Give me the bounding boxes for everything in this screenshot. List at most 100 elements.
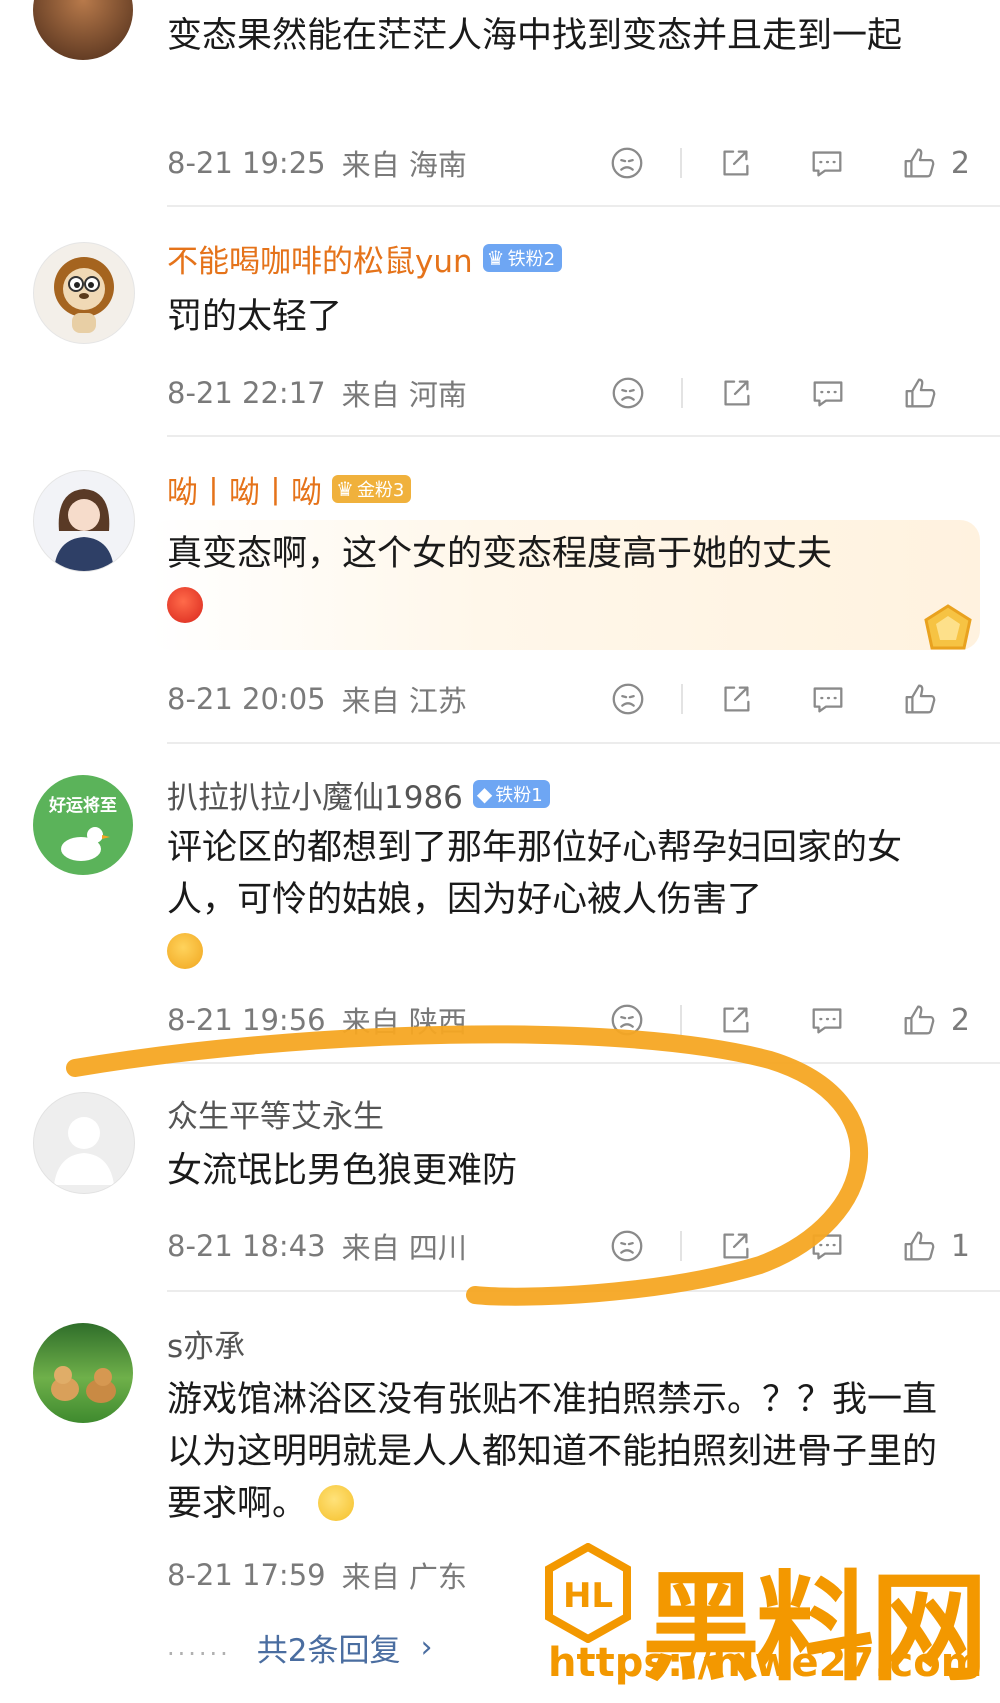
avatar[interactable] bbox=[33, 242, 135, 344]
replies-link[interactable]: 共2条回复 bbox=[257, 1625, 401, 1670]
dislike-icon[interactable] bbox=[608, 679, 648, 719]
comment-icon[interactable] bbox=[808, 373, 848, 413]
avatar[interactable]: 好运将至 bbox=[33, 775, 133, 875]
comment-location: 陕西 bbox=[408, 1005, 467, 1039]
dislike-icon[interactable] bbox=[607, 143, 647, 183]
comment-actions: 2 bbox=[607, 1000, 970, 1040]
comment-from: 来自 bbox=[341, 378, 400, 412]
crown-icon: ♛ bbox=[486, 246, 505, 270]
comment-time: 8-21 19:25 bbox=[167, 146, 326, 180]
comment-icon[interactable] bbox=[807, 1226, 847, 1266]
comment-from: 来自 bbox=[341, 684, 400, 718]
comment-text-body: 真变态啊，这个女的变态程度高于她的丈夫 bbox=[167, 534, 833, 574]
dislike-icon[interactable] bbox=[608, 373, 648, 413]
lion-avatar-icon bbox=[54, 257, 114, 333]
comment-time: 8-21 20:05 bbox=[167, 682, 326, 716]
avatar[interactable] bbox=[33, 470, 135, 572]
watermark-logo-icon: HL bbox=[545, 1543, 631, 1643]
replies-dots: ...... bbox=[167, 1633, 231, 1661]
watermark-url: https://hlwe27.com bbox=[548, 1640, 983, 1686]
avatar[interactable] bbox=[33, 1092, 135, 1194]
duck-icon bbox=[61, 827, 110, 861]
like-icon[interactable] bbox=[899, 1000, 939, 1040]
comment-author-row: s亦承 bbox=[167, 1321, 245, 1366]
comment-divider bbox=[167, 435, 1000, 437]
avatar[interactable] bbox=[33, 1323, 133, 1423]
comment-time: 8-21 22:17 bbox=[167, 376, 326, 410]
comment-from: 来自 bbox=[341, 1005, 400, 1039]
comment-divider bbox=[167, 1062, 1000, 1064]
comment-meta: 8-21 18:43 来自 四川 bbox=[167, 1226, 467, 1266]
share-icon[interactable] bbox=[715, 1226, 755, 1266]
comment-divider bbox=[167, 205, 1000, 207]
comment-author-row: 呦丨呦丨呦 ♛ 金粉3 bbox=[167, 467, 412, 512]
fan-badge-label: 铁粉2 bbox=[507, 249, 556, 270]
comment-location: 江苏 bbox=[408, 684, 467, 718]
comment-location: 广东 bbox=[408, 1560, 467, 1594]
share-icon[interactable] bbox=[715, 143, 755, 183]
action-divider bbox=[679, 148, 682, 178]
comment-author[interactable]: 众生平等艾永生 bbox=[167, 1091, 384, 1136]
comment-icon[interactable] bbox=[807, 1000, 847, 1040]
comment-location: 海南 bbox=[408, 148, 467, 182]
comment-text: 游戏馆淋浴区没有张贴不准拍照禁示。？？我一直以为这明明就是人人都知道不能拍照刻进… bbox=[167, 1374, 967, 1530]
comment-actions bbox=[608, 373, 970, 413]
comment-meta: 8-21 20:05 来自 江苏 bbox=[167, 679, 467, 719]
fan-badge[interactable]: ♛ 铁粉2 bbox=[482, 244, 563, 272]
comment-time: 8-21 18:43 bbox=[167, 1229, 326, 1263]
comment-author[interactable]: 扒拉扒拉小魔仙1986 bbox=[167, 772, 463, 817]
crying-face-icon bbox=[167, 933, 203, 969]
comment-author-row: 扒拉扒拉小魔仙1986 ◆ 铁粉1 bbox=[167, 772, 550, 817]
like-icon[interactable] bbox=[900, 679, 940, 719]
view-replies[interactable]: ...... 共2条回复 › bbox=[167, 1625, 433, 1669]
smile-face-icon bbox=[318, 1485, 355, 1521]
comment-icon[interactable] bbox=[807, 143, 847, 183]
comment-time: 8-21 19:56 bbox=[167, 1003, 326, 1037]
comment-text-body: 评论区的都想到了那年那位好心帮孕妇回家的女人，可怜的姑娘，因为好心被人伤害了 bbox=[167, 828, 903, 920]
avatar[interactable] bbox=[33, 0, 133, 60]
comment-meta: 8-21 22:17 来自 河南 bbox=[167, 373, 467, 413]
comment-location: 河南 bbox=[408, 378, 467, 412]
like-count: 2 bbox=[950, 1002, 970, 1038]
comment-author[interactable]: s亦承 bbox=[167, 1321, 245, 1366]
comment-location: 四川 bbox=[408, 1231, 467, 1265]
comment-from: 来自 bbox=[341, 148, 400, 182]
comment-meta: 8-21 19:56 来自 陕西 bbox=[167, 1000, 467, 1040]
fan-badge[interactable]: ◆ 铁粉1 bbox=[472, 780, 550, 808]
comment-text: 女流氓比男色狼更难防 bbox=[167, 1151, 518, 1191]
angry-face-icon bbox=[167, 587, 203, 623]
comment-text: 变态果然能在茫茫人海中找到变态并且走到一起 bbox=[167, 16, 903, 56]
share-icon[interactable] bbox=[716, 373, 756, 413]
diamond-icon: ◆ bbox=[476, 782, 493, 806]
action-divider bbox=[681, 684, 683, 714]
chevron-right-icon: › bbox=[420, 1629, 433, 1665]
fan-badge-label: 金粉3 bbox=[356, 480, 405, 501]
share-icon[interactable] bbox=[716, 679, 756, 719]
dislike-icon[interactable] bbox=[607, 1000, 647, 1040]
like-icon[interactable] bbox=[899, 143, 939, 183]
comment-from: 来自 bbox=[341, 1560, 400, 1594]
dislike-icon[interactable] bbox=[607, 1226, 647, 1266]
comment-actions: 2 bbox=[607, 143, 970, 183]
comment-text-body: 游戏馆淋浴区没有张贴不准拍照禁示。？？我一直以为这明明就是人人都知道不能拍照刻进… bbox=[167, 1380, 938, 1524]
comment-author[interactable]: 不能喝咖啡的松鼠yun bbox=[167, 236, 473, 281]
comment-author-row: 众生平等艾永生 bbox=[167, 1091, 384, 1136]
comment-actions: 1 bbox=[607, 1226, 970, 1266]
comment-meta: 8-21 19:25 来自 海南 bbox=[167, 143, 467, 183]
crown-icon: ♛ bbox=[336, 477, 354, 501]
action-divider bbox=[679, 1005, 682, 1035]
comment-icon[interactable] bbox=[808, 679, 848, 719]
gold-star-icon bbox=[924, 604, 972, 650]
fan-badge[interactable]: ♛ 金粉3 bbox=[332, 475, 412, 503]
girl-avatar-icon bbox=[54, 489, 114, 571]
share-icon[interactable] bbox=[715, 1000, 755, 1040]
default-avatar-icon bbox=[54, 1117, 114, 1185]
avatar-caption: 好运将至 bbox=[49, 796, 117, 816]
comment-author[interactable]: 呦丨呦丨呦 bbox=[167, 467, 322, 512]
like-icon[interactable] bbox=[899, 1226, 939, 1266]
comment-time: 8-21 17:59 bbox=[167, 1558, 326, 1592]
watermark-logo-text: HL bbox=[563, 1576, 613, 1616]
comment-from: 来自 bbox=[341, 1231, 400, 1265]
comment-meta: 8-21 17:59 来自 广东 bbox=[167, 1555, 467, 1595]
like-icon[interactable] bbox=[900, 373, 940, 413]
